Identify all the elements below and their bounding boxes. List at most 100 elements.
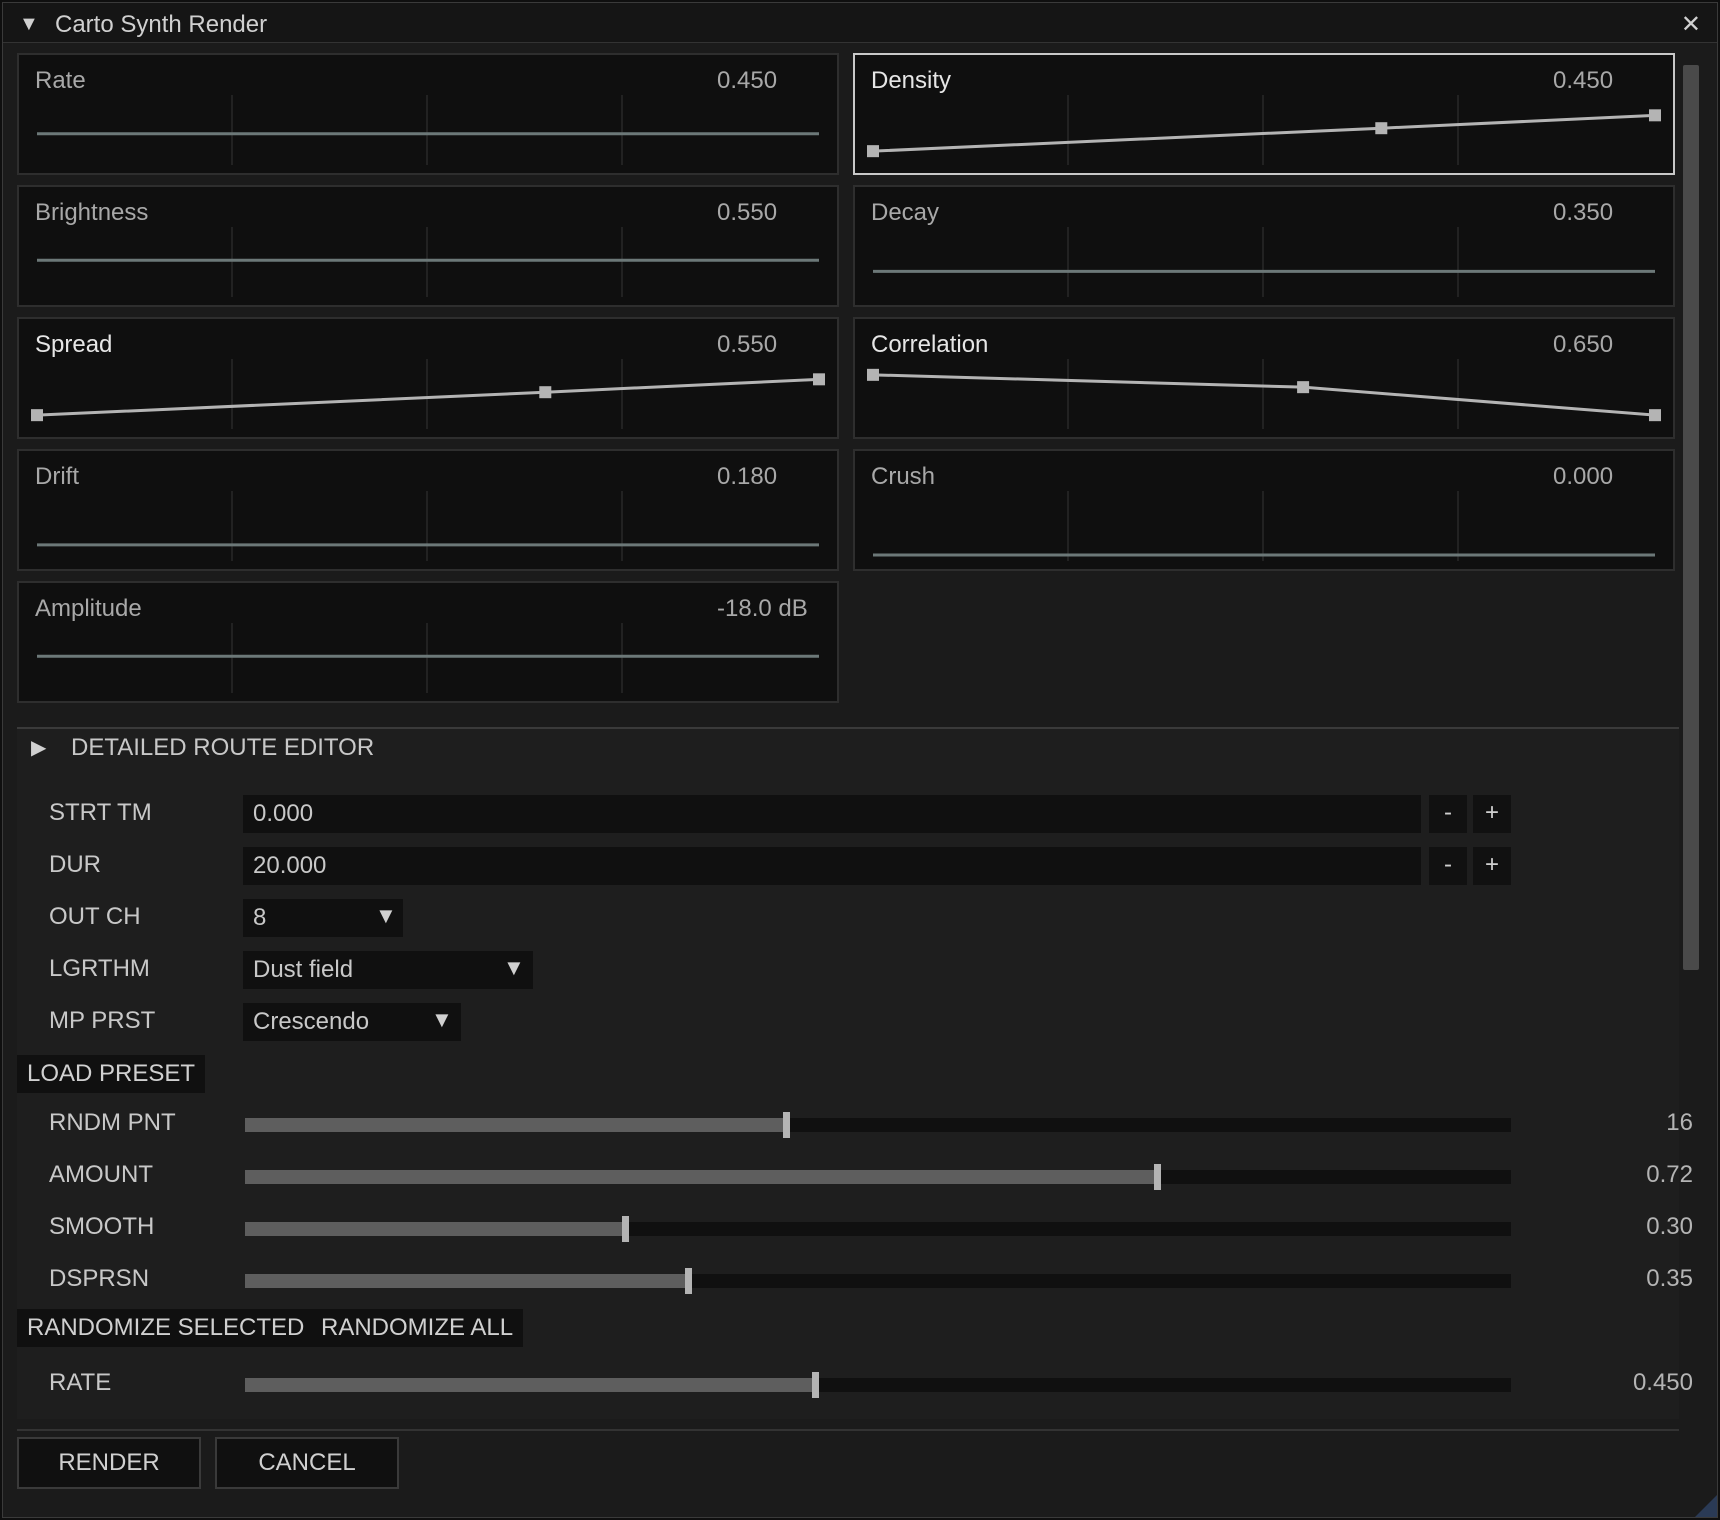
envelope-label: Rate: [35, 67, 86, 94]
dispersion-value: 0.35: [1646, 1265, 1693, 1292]
envelope-graph[interactable]: [855, 55, 1673, 173]
envelope-density[interactable]: Density 0.450: [853, 53, 1675, 175]
envelope-brightness[interactable]: Brightness 0.550: [17, 185, 839, 307]
rate-label: RATE: [49, 1369, 112, 1396]
out-channels-select[interactable]: 8 ▼: [243, 899, 403, 937]
envelope-graph[interactable]: [855, 187, 1673, 305]
rate-slider[interactable]: [245, 1372, 1511, 1398]
slider-fill: [245, 1118, 786, 1132]
envelope-label: Brightness: [35, 199, 149, 226]
collapse-icon[interactable]: ▼: [19, 13, 39, 36]
start-time-decrement-button[interactable]: -: [1429, 795, 1467, 833]
smooth-label: SMOOTH: [49, 1213, 155, 1240]
out-channels-value: 8: [253, 904, 267, 931]
envelope-node: [1297, 381, 1310, 394]
duration-decrement-button[interactable]: -: [1429, 847, 1467, 885]
slider-thumb[interactable]: [1153, 1164, 1161, 1190]
render-button[interactable]: RENDER: [17, 1437, 201, 1489]
envelope-label: Drift: [35, 463, 79, 490]
envelope-drift[interactable]: Drift 0.180: [17, 449, 839, 571]
slider-thumb[interactable]: [811, 1372, 819, 1398]
close-icon[interactable]: ✕: [1681, 10, 1701, 39]
envelope-spread[interactable]: Spread 0.550: [17, 317, 839, 439]
slider-thumb[interactable]: [685, 1268, 693, 1294]
map-preset-select[interactable]: Crescendo ▼: [243, 1003, 461, 1041]
duration-increment-button[interactable]: +: [1473, 847, 1511, 885]
envelope-node: [813, 373, 825, 386]
expand-icon[interactable]: ▶: [31, 735, 46, 760]
start-time-input[interactable]: 0.000: [243, 795, 1421, 833]
slider-fill: [245, 1274, 689, 1288]
slider-thumb[interactable]: [621, 1216, 629, 1242]
envelope-amplitude[interactable]: Amplitude -18.0 dB: [17, 581, 839, 703]
envelope-node: [867, 145, 879, 158]
envelope-graph[interactable]: [855, 451, 1673, 569]
random-points-label: RNDM PNT: [49, 1109, 176, 1136]
route-editor-title: DETAILED ROUTE EDITOR: [71, 734, 375, 761]
slider-fill: [245, 1170, 1157, 1184]
envelope-node: [1649, 109, 1661, 122]
chevron-down-icon: ▼: [503, 955, 525, 980]
start-time-label: STRT TM: [49, 799, 152, 826]
envelope-value: 0.180: [717, 463, 778, 490]
envelope-value: 0.000: [1553, 463, 1614, 490]
resize-grip[interactable]: [1695, 1495, 1717, 1517]
envelope-node: [31, 409, 43, 422]
slider-fill: [245, 1222, 625, 1236]
chevron-down-icon: ▼: [375, 903, 397, 928]
random-points-slider[interactable]: [245, 1112, 1511, 1138]
smooth-value: 0.30: [1646, 1213, 1693, 1240]
envelope-rate[interactable]: Rate 0.450: [17, 53, 839, 175]
route-editor-header[interactable]: ▶ DETAILED ROUTE EDITOR: [17, 727, 1679, 765]
envelope-value: 0.450: [717, 67, 778, 94]
title-bar[interactable]: ▼ Carto Synth Render ✕: [3, 3, 1717, 43]
envelope-value: 0.550: [717, 331, 778, 358]
algorithm-value: Dust field: [253, 956, 354, 983]
algorithm-select[interactable]: Dust field ▼: [243, 951, 533, 989]
randomize-selected-button[interactable]: RANDOMIZE SELECTED: [17, 1309, 315, 1347]
duration-label: DUR: [49, 851, 101, 878]
render-dialog: ▼ Carto Synth Render ✕ Rate 0.450 Densit…: [2, 2, 1718, 1518]
start-time-increment-button[interactable]: +: [1473, 795, 1511, 833]
duration-input[interactable]: 20.000: [243, 847, 1421, 885]
envelope-node: [539, 386, 552, 399]
envelope-value: 0.550: [717, 199, 778, 226]
envelope-value: 0.450: [1553, 67, 1614, 94]
slider-fill: [245, 1378, 815, 1392]
footer-divider: [17, 1429, 1679, 1431]
envelope-label: Amplitude: [35, 595, 142, 622]
load-preset-button[interactable]: LOAD PRESET: [17, 1055, 206, 1093]
envelope-decay[interactable]: Decay 0.350: [853, 185, 1675, 307]
envelope-correlation[interactable]: Correlation 0.650: [853, 317, 1675, 439]
amount-label: AMOUNT: [49, 1161, 153, 1188]
envelope-value: -18.0 dB: [717, 595, 808, 622]
envelope-value: 0.350: [1553, 199, 1614, 226]
map-preset-label: MP PRST: [49, 1007, 156, 1034]
map-preset-value: Crescendo: [253, 1008, 370, 1035]
route-editor-body: STRT TM 0.000 - + DUR 20.000 - + OUT CH …: [17, 765, 1693, 1419]
envelope-label: Spread: [35, 331, 113, 358]
randomize-all-button[interactable]: RANDOMIZE ALL: [311, 1309, 524, 1347]
smooth-slider[interactable]: [245, 1216, 1511, 1242]
dispersion-slider[interactable]: [245, 1268, 1511, 1294]
out-channels-label: OUT CH: [49, 903, 141, 930]
scrollbar[interactable]: [1683, 65, 1699, 970]
envelope-graph[interactable]: [19, 55, 837, 173]
envelope-graph[interactable]: [19, 319, 837, 437]
envelope-value: 0.650: [1553, 331, 1614, 358]
envelope-crush[interactable]: Crush 0.000: [853, 449, 1675, 571]
algorithm-label: LGRTHM: [49, 955, 150, 982]
amount-value: 0.72: [1646, 1161, 1693, 1188]
cancel-button[interactable]: CANCEL: [215, 1437, 399, 1489]
slider-thumb[interactable]: [782, 1112, 790, 1138]
envelope-label: Decay: [871, 199, 940, 226]
envelope-label: Density: [871, 67, 952, 94]
chevron-down-icon: ▼: [431, 1007, 453, 1032]
envelope-node: [1375, 122, 1388, 135]
amount-slider[interactable]: [245, 1164, 1511, 1190]
window-title: Carto Synth Render: [55, 11, 268, 38]
envelope-label: Correlation: [871, 331, 989, 358]
envelope-graph[interactable]: [19, 451, 837, 569]
envelope-label: Crush: [871, 463, 936, 490]
envelope-node: [867, 368, 879, 381]
